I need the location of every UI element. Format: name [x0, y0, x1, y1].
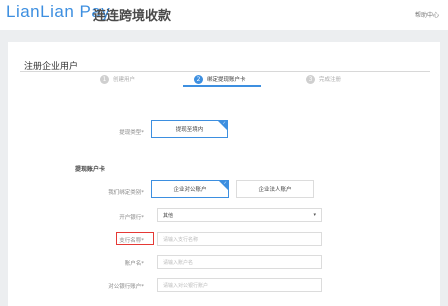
withdraw-type-label: 提现类型* — [119, 130, 144, 136]
step-complete: 3 完成注册 — [306, 72, 341, 86]
bank-select[interactable]: 其他 ▾ — [157, 208, 322, 222]
account-name-label: 账户名* — [124, 261, 144, 267]
account-name-placeholder: 请输入账户名 — [163, 259, 194, 266]
chevron-down-icon: ▾ — [313, 212, 316, 218]
section-title: 提现账户卡 — [75, 166, 106, 173]
account-number-placeholder: 请输入对公银行账户 — [163, 282, 209, 289]
top-header: LianLian Pay 连连跨境收款 帮助中心 — [0, 0, 448, 30]
branch-placeholder: 请输入支行名称 — [163, 236, 199, 243]
step-create-user: 1 创建用户 — [100, 72, 135, 86]
withdraw-domestic-label: 提现至境内 — [175, 127, 204, 133]
bank-label: 开户银行* — [119, 215, 144, 221]
corporate-account-label: 企业对公账户 — [173, 187, 207, 193]
legal-person-account-label: 企业法人账户 — [258, 187, 292, 193]
bank-selected-value: 其他 — [163, 212, 174, 219]
check-icon: ✓ — [223, 180, 227, 185]
step-bind-card: 2 绑定提现账户卡 — [194, 72, 246, 86]
branch-label-highlight — [116, 232, 154, 245]
corporate-account-option[interactable]: 企业对公账户 ✓ — [151, 180, 229, 198]
bind-method-label: 我们绑定类别* — [108, 190, 144, 196]
step-label: 完成注册 — [319, 77, 342, 83]
withdraw-domestic-option[interactable]: 提现至境内 ✓ — [151, 120, 228, 138]
active-step-indicator — [183, 85, 261, 87]
step-number: 3 — [306, 74, 315, 84]
check-icon: ✓ — [222, 120, 226, 125]
legal-person-account-option[interactable]: 企业法人账户 — [236, 180, 314, 198]
branch-name-input[interactable]: 请输入支行名称 — [157, 232, 322, 246]
account-number-input[interactable]: 请输入对公银行账户 — [157, 278, 322, 292]
step-label: 绑定提现账户卡 — [207, 77, 246, 83]
help-center-link[interactable]: 帮助中心 — [415, 10, 439, 19]
step-number: 1 — [100, 74, 109, 84]
step-label: 创建用户 — [113, 77, 136, 83]
brand-title: 连连跨境收款 — [93, 9, 172, 24]
account-name-input[interactable]: 请输入账户名 — [157, 255, 322, 269]
registration-card: 注册企业用户 1 创建用户 2 绑定提现账户卡 3 完成注册 提现类型* 提现至… — [8, 42, 440, 306]
step-number: 2 — [194, 74, 203, 84]
account-number-label: 对公银行账户* — [108, 284, 144, 290]
